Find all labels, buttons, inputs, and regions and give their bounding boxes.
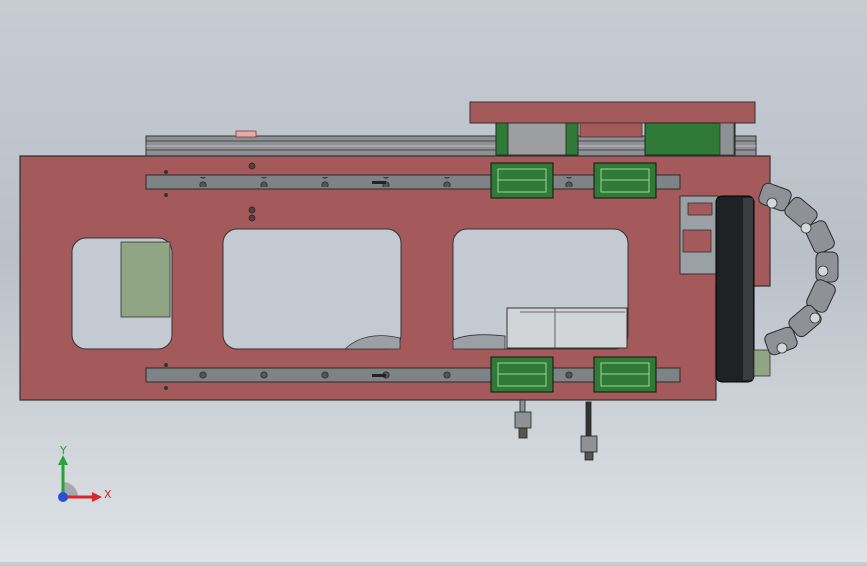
limit-sensor[interactable] — [514, 399, 532, 439]
slider-block[interactable] — [593, 356, 657, 393]
slider-block[interactable] — [490, 162, 554, 199]
x-axis-label: X — [104, 488, 112, 501]
graphics-area[interactable]: Y X — [0, 0, 867, 562]
cad-model-view[interactable]: Y X — [0, 0, 867, 562]
slider-block[interactable] — [490, 356, 554, 393]
side-bracket[interactable] — [679, 195, 719, 275]
coordinate-triad: Y X — [58, 444, 112, 502]
drive-motor — [506, 307, 628, 349]
main-plate[interactable] — [19, 155, 771, 401]
z-axis-dot — [58, 492, 68, 502]
end-stop-tab — [235, 130, 257, 138]
top-carriage-plate[interactable] — [469, 101, 756, 124]
motor-housing — [120, 241, 171, 318]
y-axis-label: Y — [59, 444, 67, 457]
top-linear-module[interactable] — [145, 101, 757, 157]
slider-block[interactable] — [593, 162, 657, 199]
limit-sensor[interactable] — [580, 401, 598, 461]
plate-window-2 — [222, 228, 402, 350]
